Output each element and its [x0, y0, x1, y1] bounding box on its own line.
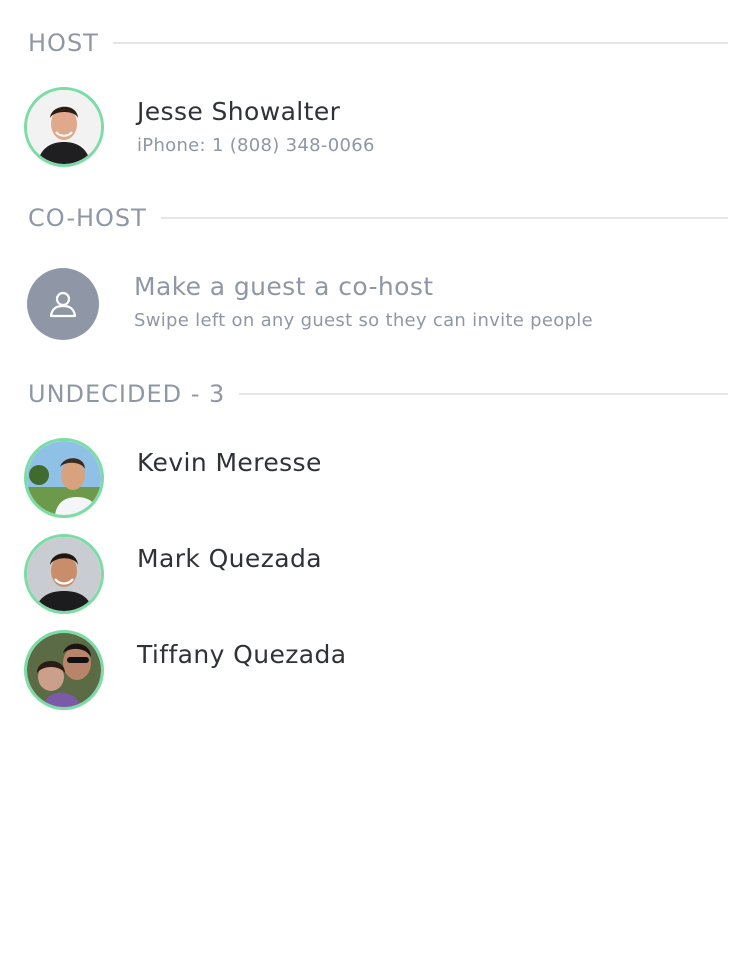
section-divider [239, 393, 728, 395]
section-divider [160, 217, 728, 219]
host-section-title: HOST [28, 29, 99, 57]
user-outline-icon [49, 291, 77, 318]
undecided-section-header: UNDECIDED - 3 [28, 379, 728, 409]
person-photo-icon [27, 633, 101, 707]
section-divider [112, 42, 728, 44]
host-section-header: HOST [28, 28, 728, 58]
person-photo-icon [27, 537, 101, 611]
host-avatar[interactable] [24, 87, 104, 167]
person-photo-icon [27, 90, 101, 164]
guest-info: Mark Quezada [137, 534, 322, 575]
host-phone: iPhone: 1 (808) 348-0066 [137, 135, 375, 156]
guest-row[interactable]: Mark Quezada [24, 534, 728, 614]
cohost-section-header: CO-HOST [28, 203, 728, 233]
guest-avatar[interactable] [24, 630, 104, 710]
guest-row[interactable]: Tiffany Quezada [24, 630, 728, 710]
guest-avatar[interactable] [24, 438, 104, 518]
cohost-placeholder-avatar [27, 268, 99, 340]
cohost-section-title: CO-HOST [28, 204, 147, 232]
guest-info: Tiffany Quezada [137, 630, 347, 671]
host-name: Jesse Showalter [137, 97, 341, 126]
cohost-info: Make a guest a co-host Swipe left on any… [134, 266, 593, 331]
guest-row[interactable]: Kevin Meresse [24, 438, 728, 518]
guest-name: Mark Quezada [137, 544, 322, 573]
make-cohost-hint: Swipe left on any guest so they can invi… [134, 310, 593, 331]
person-photo-icon [27, 441, 101, 515]
host-info: Jesse Showalter iPhone: 1 (808) 348-0066 [137, 87, 375, 156]
guest-name: Tiffany Quezada [137, 640, 347, 669]
guest-avatar[interactable] [24, 534, 104, 614]
make-cohost-row[interactable]: Make a guest a co-host Swipe left on any… [24, 266, 728, 340]
guest-name: Kevin Meresse [137, 448, 322, 477]
guest-info: Kevin Meresse [137, 438, 322, 479]
host-row[interactable]: Jesse Showalter iPhone: 1 (808) 348-0066 [24, 87, 728, 167]
make-cohost-title: Make a guest a co-host [134, 272, 434, 301]
undecided-section-title: UNDECIDED - 3 [28, 380, 226, 408]
